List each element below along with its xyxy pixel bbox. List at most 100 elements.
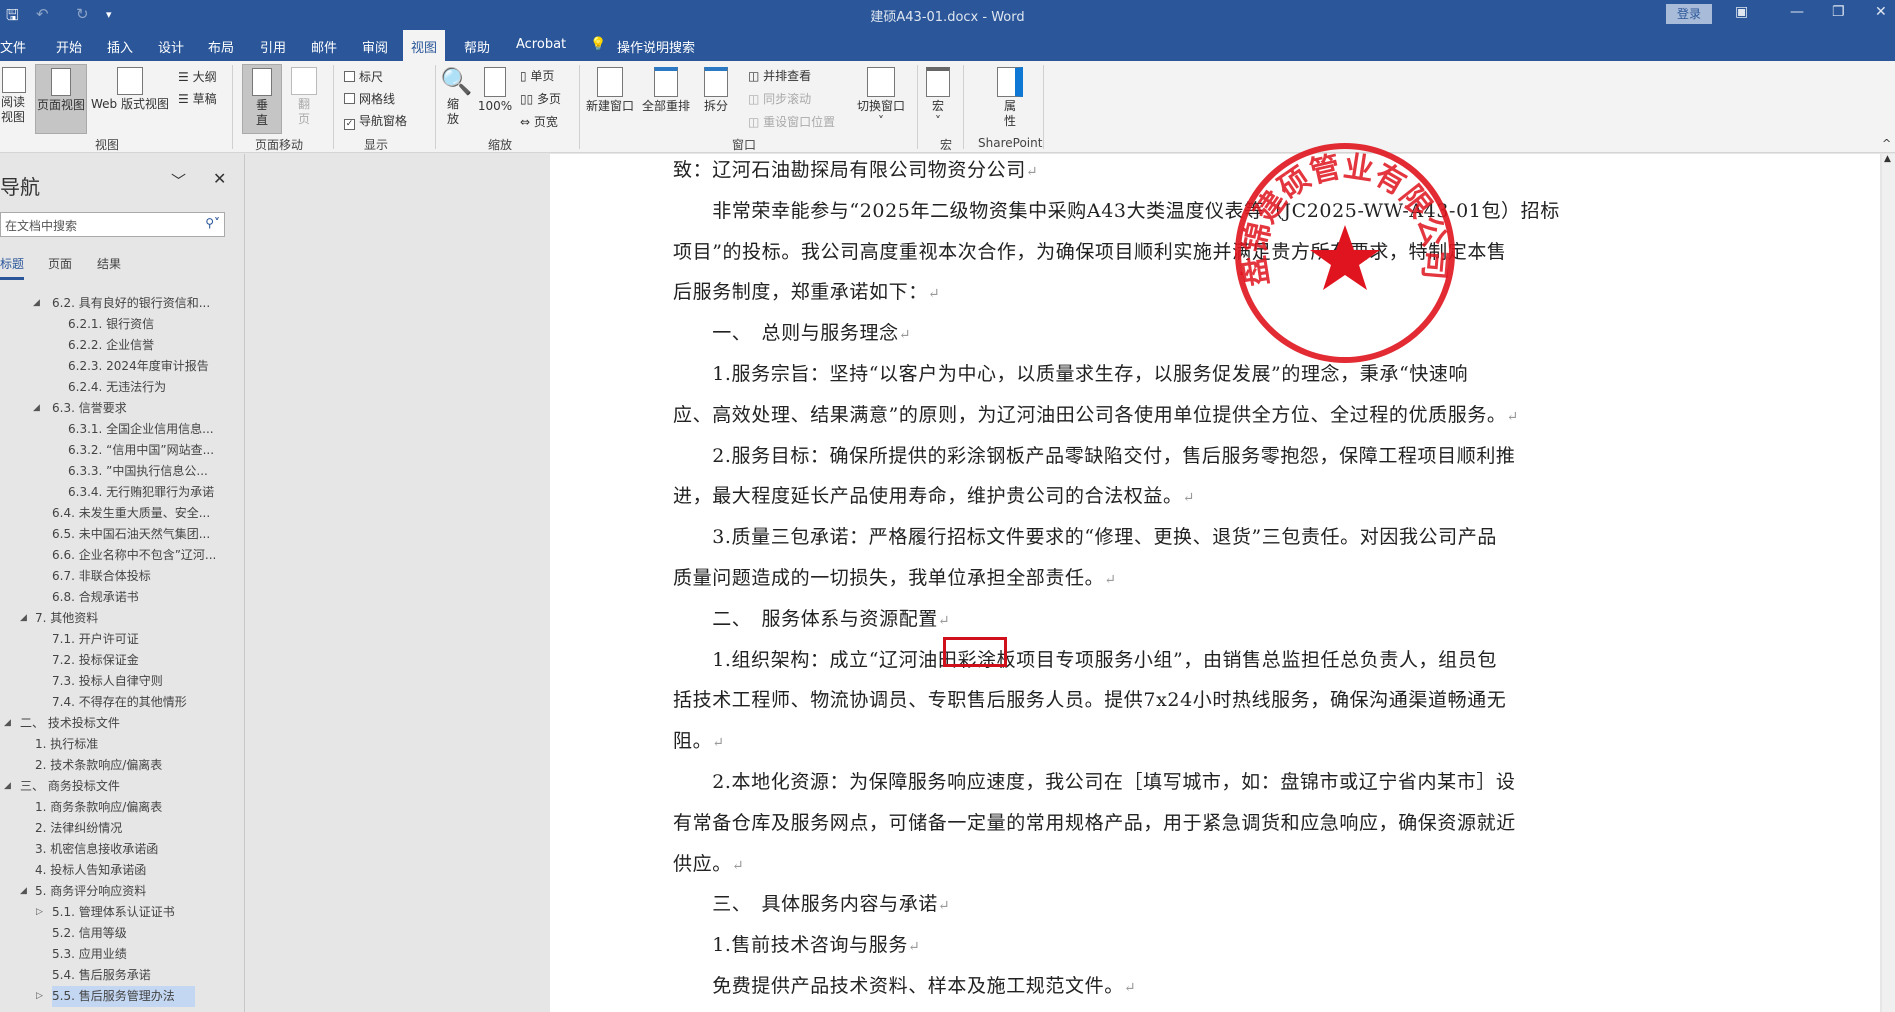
vertical-button[interactable]: 垂直: [242, 64, 282, 134]
nav-heading-item[interactable]: 2. 法律纠纷情况: [0, 818, 240, 839]
paragraph-mark-icon: ↵: [1025, 164, 1039, 180]
reset-window-position-button[interactable]: ◫ 重设窗口位置: [748, 113, 835, 130]
nav-heading-item[interactable]: 7.3. 投标人自律守则: [0, 671, 240, 692]
split-button[interactable]: 拆分: [700, 67, 732, 114]
side-to-side-button[interactable]: 翻页: [286, 67, 322, 127]
properties-button[interactable]: 属性: [990, 67, 1030, 129]
nav-heading-item[interactable]: ◢ 6.3. 信誉要求: [0, 398, 240, 419]
tell-me-search[interactable]: 操作说明搜索: [617, 37, 695, 56]
read-mode-button[interactable]: 阅读视图: [0, 67, 28, 125]
zoom-button[interactable]: 🔍 缩放: [440, 67, 472, 127]
tab-insert[interactable]: 插入: [107, 37, 133, 56]
multiple-pages-button[interactable]: ▯▯ 多页: [520, 90, 561, 107]
tab-view[interactable]: 视图: [403, 30, 446, 61]
close-icon[interactable]: ✕: [213, 169, 226, 188]
collapse-icon[interactable]: ◢: [4, 713, 11, 734]
gridlines-checkbox[interactable]: 网格线: [344, 90, 395, 107]
nav-heading-item[interactable]: 5.4. 售后服务承诺: [0, 965, 240, 986]
zoom-100-button[interactable]: 100%: [476, 67, 514, 114]
expand-icon[interactable]: ▷: [36, 902, 43, 923]
restore-button[interactable]: ❐: [1832, 4, 1845, 20]
nav-heading-item[interactable]: 6.7. 非联合体投标: [0, 566, 240, 587]
tab-results[interactable]: 结果: [97, 255, 121, 272]
tab-review[interactable]: 审阅: [362, 37, 388, 56]
nav-heading-label: 6.8. 合规承诺书: [52, 590, 139, 604]
draft-button[interactable]: ☰ 草稿: [178, 90, 217, 107]
nav-heading-item[interactable]: 6.3.1. 全国企业信用信息...: [0, 419, 240, 440]
nav-heading-item[interactable]: ◢ 5. 商务评分响应资料: [0, 881, 240, 902]
nav-heading-item[interactable]: 6.2.3. 2024年度审计报告: [0, 356, 240, 377]
nav-heading-item[interactable]: 6.2.1. 银行资信: [0, 314, 240, 335]
nav-heading-item[interactable]: 5.2. 信用等级: [0, 923, 240, 944]
nav-heading-item[interactable]: ◢ 7. 其他资料: [0, 608, 240, 629]
tab-pages[interactable]: 页面: [48, 255, 72, 272]
minimize-button[interactable]: —: [1790, 4, 1804, 20]
collapse-icon[interactable]: ◢: [20, 608, 27, 629]
tab-home[interactable]: 开始: [56, 37, 82, 56]
collapse-icon[interactable]: ◢: [4, 776, 11, 797]
nav-heading-item[interactable]: ◢ 6.2. 具有良好的银行资信和...: [0, 293, 240, 314]
nav-heading-item[interactable]: 6.4. 未发生重大质量、安全...: [0, 503, 240, 524]
ruler-checkbox[interactable]: 标尺: [344, 68, 383, 85]
nav-heading-item[interactable]: 6.2.4. 无违法行为: [0, 377, 240, 398]
search-icon[interactable]: ⚲˅: [205, 216, 220, 230]
nav-heading-item[interactable]: 1. 执行标准: [0, 734, 240, 755]
collapse-icon[interactable]: ◢: [33, 398, 40, 419]
tab-acrobat[interactable]: Acrobat: [516, 37, 566, 52]
new-window-button[interactable]: 新建窗口: [584, 67, 636, 114]
nav-heading-label: 6.3.3. ”中国执行信息公...: [68, 464, 208, 478]
collapse-ribbon-icon[interactable]: ^: [1882, 137, 1891, 150]
nav-heading-item[interactable]: 1. 商务条款响应/偏离表: [0, 797, 240, 818]
close-button[interactable]: ✕: [1875, 4, 1887, 20]
paragraph-mark-icon: ↵: [731, 857, 745, 874]
synchronous-scrolling-button[interactable]: ◫ 同步滚动: [748, 90, 811, 107]
nav-search-input[interactable]: 在文档中搜索 ⚲˅: [0, 212, 225, 237]
nav-heading-item[interactable]: 6.3.4. 无行贿犯罪行为承诺: [0, 482, 240, 503]
vertical-scrollbar[interactable]: ▲: [1882, 154, 1895, 1012]
nav-heading-item[interactable]: 6.5. 未中国石油天然气集团...: [0, 524, 240, 545]
collapse-icon[interactable]: ◢: [20, 881, 27, 902]
nav-heading-item[interactable]: 3. 机密信息接收承诺函: [0, 839, 240, 860]
nav-heading-item[interactable]: 7.1. 开户许可证: [0, 629, 240, 650]
nav-heading-item[interactable]: ▷ 5.5. 售后服务管理办法: [0, 986, 240, 1007]
tab-file[interactable]: 文件: [0, 37, 26, 56]
tab-headings[interactable]: 标题: [0, 255, 25, 280]
switch-windows-button[interactable]: 切换窗口 ˅: [854, 67, 908, 129]
tab-mailings[interactable]: 邮件: [311, 37, 337, 56]
page-width-button[interactable]: ⇔ 页宽: [520, 113, 558, 130]
nav-heading-item[interactable]: 6.6. 企业名称中不包含”辽河...: [0, 545, 240, 566]
tab-help[interactable]: 帮助: [464, 37, 490, 56]
tab-references[interactable]: 引用: [260, 37, 286, 56]
nav-heading-item[interactable]: ◢ 二、 技术投标文件: [0, 713, 240, 734]
tab-design[interactable]: 设计: [158, 37, 184, 56]
arrange-all-icon: [654, 67, 678, 97]
nav-heading-item[interactable]: ◢ 三、 商务投标文件: [0, 776, 240, 797]
chevron-down-icon[interactable]: ﹀: [171, 170, 186, 191]
nav-heading-item[interactable]: 6.2.2. 企业信誉: [0, 335, 240, 356]
login-button[interactable]: 登录: [1666, 4, 1712, 24]
nav-heading-item[interactable]: 2. 技术条款响应/偏离表: [0, 755, 240, 776]
navigation-pane-checkbox[interactable]: ✓ 导航窗格: [344, 112, 407, 130]
scroll-up-icon[interactable]: ▲: [1884, 154, 1891, 164]
macros-button[interactable]: 宏 ˅: [924, 67, 952, 129]
view-side-by-side-button[interactable]: ◫ 并排查看: [748, 67, 811, 84]
line-text: 进，最大程度延长产品使用寿命，维护贵公司的合法权益。: [673, 485, 1183, 508]
nav-heading-item[interactable]: ▷ 5.1. 管理体系认证证书: [0, 902, 240, 923]
outline-button[interactable]: ☰ 大纲: [178, 68, 217, 85]
tab-layout[interactable]: 布局: [208, 37, 234, 56]
web-layout-button[interactable]: Web 版式视图: [88, 67, 172, 112]
nav-heading-item[interactable]: 7.4. 不得存在的其他情形: [0, 692, 240, 713]
nav-heading-item[interactable]: 6.3.3. ”中国执行信息公...: [0, 461, 240, 482]
collapse-icon[interactable]: ◢: [33, 293, 40, 314]
arrange-all-button[interactable]: 全部重排: [640, 67, 692, 114]
nav-heading-item[interactable]: 4. 投标人告知承诺函: [0, 860, 240, 881]
expand-icon[interactable]: ▷: [36, 986, 43, 1007]
ribbon-display-icon[interactable]: ▣: [1735, 4, 1748, 20]
print-layout-button[interactable]: 页面视图: [35, 64, 87, 134]
nav-heading-item[interactable]: 6.8. 合规承诺书: [0, 587, 240, 608]
nav-heading-item[interactable]: 5.3. 应用业绩: [0, 944, 240, 965]
nav-heading-item[interactable]: 7.2. 投标保证金: [0, 650, 240, 671]
one-page-button[interactable]: ▯ 单页: [520, 67, 554, 84]
nav-heading-label: 5. 商务评分响应资料: [35, 884, 147, 898]
nav-heading-item[interactable]: 6.3.2. “信用中国”网站查...: [0, 440, 240, 461]
